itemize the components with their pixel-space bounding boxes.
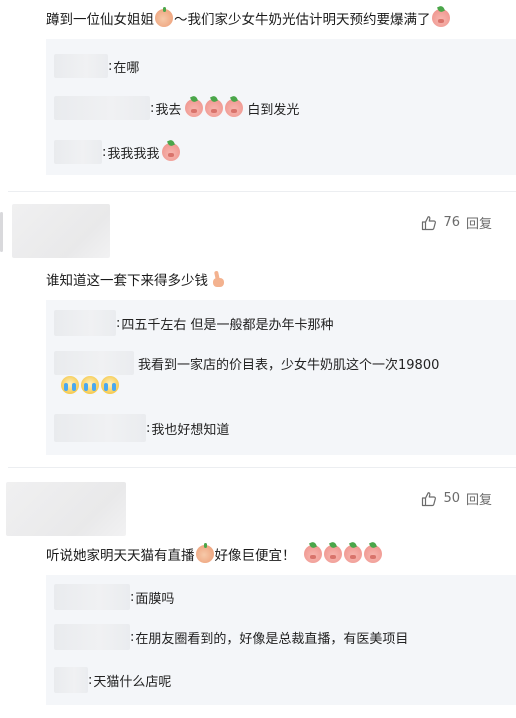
pig-emoji-icon — [225, 99, 244, 117]
like-count: 50 — [443, 491, 460, 506]
reply-item: : 面膜吗 — [54, 584, 174, 610]
crying-emoji-icon — [101, 376, 119, 394]
comment-text-part: 蹲到一位仙女姐姐 — [46, 12, 154, 28]
reply-text: 天猫什么店呢 — [93, 674, 172, 690]
blurred-username[interactable] — [54, 414, 146, 442]
comment-2-text: 谁知道这一套下来得多少钱 — [46, 269, 229, 289]
reply-box-3: : 面膜吗 : 在朋友圈看到的，好像是总裁直播，有医美项目 : 天猫什么店呢 — [46, 575, 516, 705]
comment-text-part: 听说她家明天天猫有直播 — [46, 548, 195, 564]
reply-box-1: : 在哪 : 我去 白到发光 : 我我我我 — [46, 39, 516, 175]
reply-colon: : — [102, 144, 107, 160]
blurred-username[interactable] — [54, 584, 130, 610]
comment-text-part: 好像巨便宜！ — [214, 548, 296, 564]
pig-emoji-icon — [363, 545, 382, 563]
blurred-username[interactable] — [54, 667, 88, 693]
comment-3-text: 听说她家明天天猫有直播 好像巨便宜！ — [46, 543, 383, 564]
reply-colon: : — [146, 420, 151, 436]
reply-text: 我也好想知道 — [151, 422, 230, 438]
reply-text: 我去 — [155, 102, 182, 118]
reply-item: 我看到一家店的价目表，少女牛奶肌这个一次19800 — [54, 351, 439, 375]
reply-item: : 在哪 — [54, 54, 139, 78]
reply-box-2: : 四五千左右 但是一般都是办年卡那种 我看到一家店的价目表，少女牛奶肌这个一次… — [46, 300, 516, 455]
reply-text: 面膜吗 — [135, 591, 175, 607]
pig-emoji-icon — [303, 545, 322, 563]
pig-emoji-icon — [162, 143, 181, 161]
comment-1-text: 蹲到一位仙女姐姐 ～我们家少女牛奶光估计明天预约要爆满了 — [46, 7, 451, 28]
blurred-username[interactable] — [54, 351, 134, 375]
blurred-username[interactable] — [54, 624, 130, 650]
reply-button[interactable]: 回复 — [466, 489, 492, 508]
peace-hand-emoji-icon — [210, 270, 228, 288]
reply-item: : 我也好想知道 — [54, 414, 229, 442]
reply-colon: : — [130, 629, 135, 645]
blurred-username[interactable] — [54, 310, 116, 336]
melon-emoji-icon — [155, 7, 173, 27]
reply-item: : 我我我我 — [54, 140, 181, 164]
reply-text: 在哪 — [113, 60, 140, 76]
reply-text: 我看到一家店的价目表，少女牛奶肌这个一次19800 — [138, 357, 440, 373]
reply-item — [60, 376, 120, 394]
reply-item: : 在朋友圈看到的，好像是总裁直播，有医美项目 — [54, 624, 408, 650]
reply-text: 四五千左右 但是一般都是办年卡那种 — [121, 317, 334, 333]
melon-emoji-icon — [195, 543, 214, 563]
reply-colon: : — [130, 589, 135, 605]
reply-item: : 我去 白到发光 — [54, 96, 299, 120]
avatar-edge — [0, 212, 3, 252]
thumbs-up-icon[interactable] — [421, 491, 437, 507]
like-area: 50 回复 — [421, 489, 494, 508]
pig-emoji-icon — [185, 99, 204, 117]
blurred-username[interactable] — [54, 54, 108, 78]
blurred-username[interactable] — [54, 96, 150, 120]
reply-button[interactable]: 回复 — [466, 213, 492, 232]
reply-item: : 天猫什么店呢 — [54, 667, 171, 693]
reply-colon: : — [88, 672, 93, 688]
reply-text: 我我我我 — [107, 146, 160, 162]
reply-text: 白到发光 — [247, 102, 300, 118]
blurred-username[interactable] — [54, 140, 102, 164]
comment-divider — [8, 191, 516, 192]
pig-emoji-icon — [343, 545, 362, 563]
reply-item: : 四五千左右 但是一般都是办年卡那种 — [54, 310, 334, 336]
crying-emoji-icon — [81, 376, 99, 394]
pig-emoji-icon — [323, 545, 342, 563]
comment-text-part: 谁知道这一套下来得多少钱 — [46, 273, 208, 289]
reply-colon: : — [108, 58, 113, 74]
like-count: 76 — [443, 215, 460, 230]
comment-text-part: ～我们家少女牛奶光估计明天预约要爆满了 — [174, 12, 431, 28]
pig-emoji-icon — [431, 9, 450, 27]
reply-text: 在朋友圈看到的，好像是总裁直播，有医美项目 — [135, 631, 409, 647]
reply-colon: : — [150, 100, 155, 116]
pig-emoji-icon — [205, 99, 224, 117]
like-area: 76 回复 — [421, 213, 494, 232]
reply-colon: : — [116, 315, 121, 331]
crying-emoji-icon — [61, 376, 79, 394]
avatar[interactable] — [6, 482, 126, 536]
avatar[interactable] — [12, 204, 110, 258]
comment-divider — [8, 467, 516, 468]
thumbs-up-icon[interactable] — [421, 215, 437, 231]
